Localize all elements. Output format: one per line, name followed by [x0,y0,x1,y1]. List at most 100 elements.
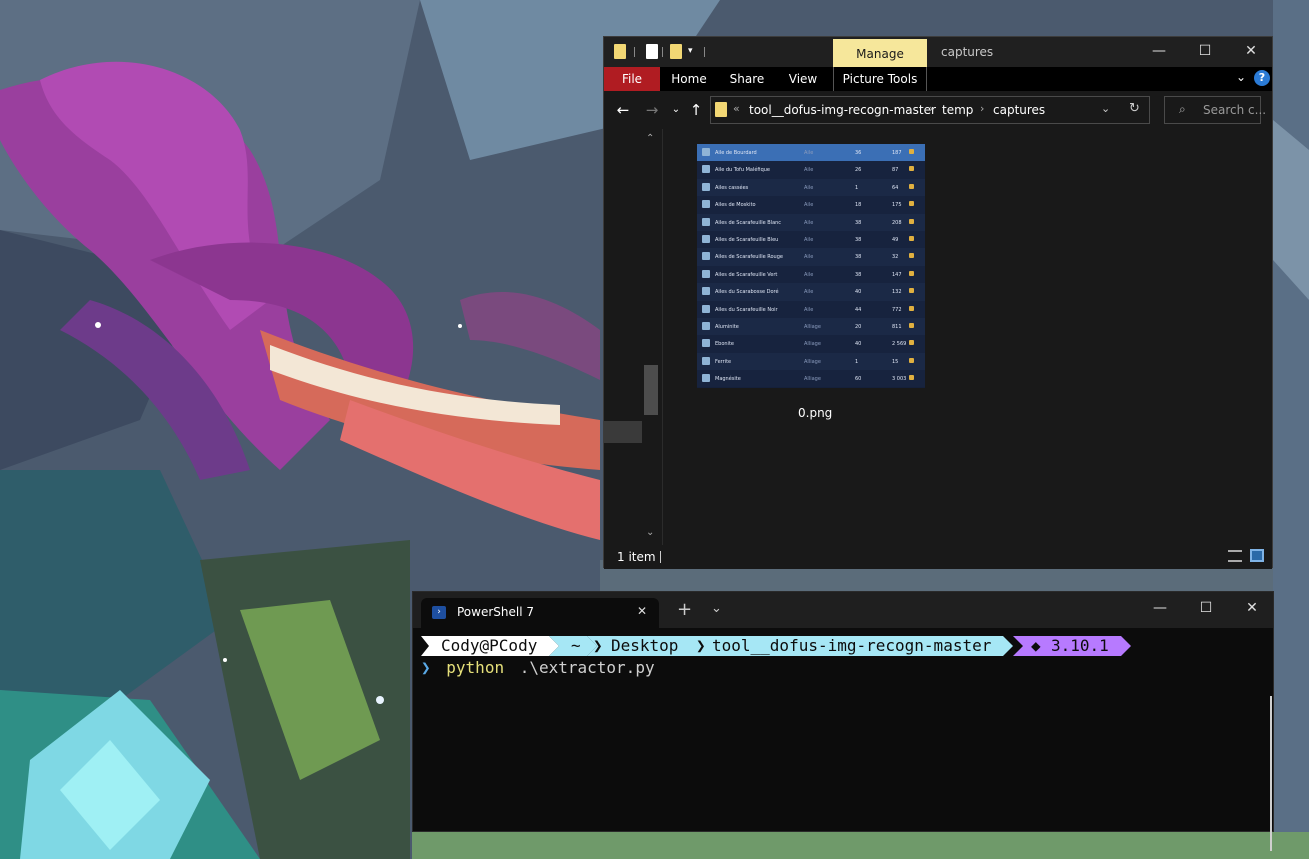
thumbnail-row: Magnésite Alliage 60 3 003 [697,370,925,388]
recent-locations-icon[interactable]: ⌄ [666,100,686,120]
item-icon [702,182,710,191]
up-arrow-icon[interactable]: ↑ [686,100,706,120]
selected-nav-item[interactable] [604,421,642,443]
thumbnail-cell-level: 40 [855,341,862,348]
search-box[interactable]: ⌕ Search c... [1164,96,1266,124]
thumbnail-cell-type: Aile [804,236,814,243]
back-arrow-icon[interactable]: ← [613,100,633,120]
breadcrumb-item[interactable]: tool__dofus-img-recogn-master [749,103,936,117]
help-icon[interactable]: ? [1254,70,1270,86]
chevron-right-icon[interactable]: › [980,102,984,115]
image-thumbnail[interactable]: Aile de Bourdard Aile 36 187 Aile du Tofu Ma… [697,144,925,388]
toolbar-divider [634,47,635,57]
thumbnail-cell-type: Alliage [804,358,821,365]
item-icon [702,217,710,226]
status-bar: 1 item [604,545,1272,569]
thumbnail-cell-price: 187 [892,150,902,156]
file-name[interactable]: 0.png [798,406,832,420]
item-icon [702,252,710,261]
thumbnail-row: Aluminite Alliage 20 811 [697,317,925,336]
details-view-icon[interactable] [1228,550,1242,562]
thumbnail-cell-name: Ailes de Scarafeuille Vert [715,271,778,278]
file-list-area: ⌃ ⌄ Aile de Bourdard Aile 36 187 Aile du Tof… [604,129,1272,545]
tab-home[interactable]: Home [664,67,714,91]
thumbnail-cell-type: Aile [804,306,814,313]
dropdown-chevron-icon[interactable]: ⌄ [711,601,722,616]
maximize-icon[interactable]: ☐ [1183,594,1229,624]
kama-icon [909,357,914,363]
command-line[interactable]: ❯ python .\extractor.py [421,658,655,678]
thumbnail-cell-price: 3 003 [892,376,907,383]
tab-view[interactable]: View [778,67,828,91]
large-icons-view-icon[interactable] [1250,549,1264,562]
minimize-icon[interactable]: — [1136,37,1182,67]
thumbnail-cell-price: 772 [892,306,902,313]
explorer-titlebar: ▾ Manage captures — ☐ ✕ [604,37,1272,67]
refresh-icon[interactable]: ↻ [1129,101,1140,116]
tab-share[interactable]: Share [722,67,772,91]
item-icon [702,234,710,243]
tab-file[interactable]: File [604,67,660,91]
new-tab-icon[interactable]: + [677,599,692,620]
thumbnail-cell-name: Ebonite [715,341,734,348]
scroll-up-icon[interactable]: ⌃ [646,133,654,144]
kama-icon [909,253,914,259]
thumbnail-cell-name: Aluminite [715,323,739,330]
forward-arrow-icon[interactable]: → [642,100,662,120]
thumbnail-cell-price: 64 [892,184,899,191]
chevron-down-icon[interactable]: ⌄ [1101,102,1110,115]
chevron-down-icon[interactable]: ⌄ [1236,70,1246,84]
new-folder-icon[interactable] [670,44,682,59]
thumbnail-cell-name: Aile du Tofu Maléfique [715,167,770,174]
kama-icon [909,270,914,276]
prompt-home: ~ [571,636,581,655]
thumbnail-cell-level: 1 [855,184,859,191]
prompt-path-separator: ❯ [593,636,603,655]
tab-picture-tools[interactable]: Picture Tools [833,67,927,91]
breadcrumb-item[interactable]: captures [993,103,1045,117]
powershell-icon: › [432,606,446,619]
address-bar[interactable]: « tool__dofus-img-recogn-master › temp ›… [710,96,1150,124]
close-icon[interactable]: ✕ [1228,37,1274,67]
input-chevron-icon: ❯ [421,658,431,677]
folder-icon[interactable] [614,44,626,59]
thumbnail-cell-type: Alliage [804,341,821,348]
breadcrumb-overflow[interactable]: « [733,102,740,115]
search-placeholder: Search c... [1203,103,1267,117]
thumbnail-row: Ailes du Scarafeuille Noir Aile 44 772 [697,300,925,318]
thumbnail-cell-price: 175 [892,202,902,209]
customize-qat-icon[interactable]: ▾ [688,46,693,56]
thumbnail-row: Ailes de Scarafeuille Vert Aile 38 147 [697,265,925,284]
kama-icon [909,149,914,154]
thumbnail-row: Ailes de Scarafeuille Rouge Aile 38 32 [697,248,925,266]
navigation-scrollbar-thumb[interactable] [644,365,658,415]
manage-contextual-tab[interactable]: Manage [833,39,927,67]
status-divider [660,551,661,563]
thumbnail-cell-price: 32 [892,254,899,261]
scroll-down-icon[interactable]: ⌄ [646,527,654,538]
breadcrumb-item[interactable]: temp [942,103,973,117]
properties-icon[interactable] [646,44,658,59]
thumbnail-cell-name: Magnésite [715,376,741,383]
close-tab-icon[interactable]: ✕ [637,604,647,618]
item-icon [702,165,710,174]
item-icon [702,287,710,296]
window-title: captures [941,45,994,59]
close-icon[interactable]: ✕ [1229,594,1275,624]
chevron-right-icon[interactable]: › [929,102,933,115]
prompt-path-separator: ❯ [696,636,706,655]
terminal-scrollbar[interactable] [1270,696,1272,851]
minimize-icon[interactable]: — [1137,594,1183,624]
thumbnail-row: Ailes de Moskito Aile 18 175 [697,196,925,214]
search-icon: ⌕ [1179,102,1186,116]
terminal-tab[interactable]: › PowerShell 7 ✕ [421,598,659,628]
thumbnail-cell-name: Ailes de Moskito [715,202,756,209]
thumbnail-cell-price: 132 [892,289,902,296]
maximize-icon[interactable]: ☐ [1182,37,1228,67]
terminal-output[interactable]: Cody@PCody ~ ❯ Desktop ❯ tool__dofus-img… [413,628,1273,851]
item-count: 1 item [617,550,656,564]
item-icon [702,148,710,156]
kama-icon [909,288,914,294]
kama-icon [909,235,914,241]
file-explorer-window: ▾ Manage captures — ☐ ✕ File Home Share … [603,36,1273,569]
